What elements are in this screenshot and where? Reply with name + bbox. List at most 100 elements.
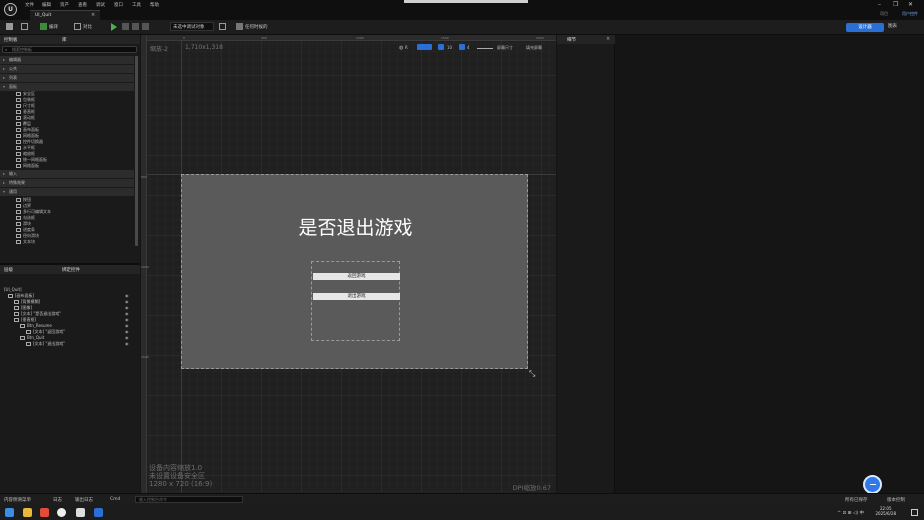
palette-tab[interactable]: 控制板 [4,37,18,43]
app-w-icon[interactable] [40,508,49,517]
windows-start-icon[interactable] [5,508,14,517]
visibility-eye-icon[interactable]: ◉ [125,305,129,310]
browse-icon[interactable] [21,23,28,30]
stop-icon[interactable] [132,23,139,30]
palette-search-input[interactable]: ⌕ 搜索控制板 [2,46,137,53]
vp-toggle-r[interactable]: R [405,45,408,50]
close-icon[interactable]: ✕ [908,1,913,8]
globe-icon[interactable]: ◍ [399,45,403,51]
cmd-dropdown[interactable]: Cmd [110,497,120,502]
category-common[interactable]: ▸ 公共 [0,65,134,73]
menu-view[interactable]: 查看 [78,2,87,8]
dpi-scale-label[interactable]: DPI缩放0.67 [513,482,551,492]
output-log-button[interactable]: 日志 [53,497,62,503]
app-blue-icon[interactable] [94,508,103,517]
tree-row-quit-text[interactable]: [文本] "退出游戏" [26,341,65,347]
bindings-tab[interactable]: 绑定控件 [62,267,80,273]
safezone-label: 未设置设备安全区 [149,472,205,480]
save-status[interactable]: 所有已保存 [845,497,868,503]
widget-canvas[interactable]: 是否退出游戏 返回游戏 退出游戏 [181,174,528,369]
rotate-snap-value[interactable]: 4 [467,45,470,50]
unreal-logo-icon[interactable]: U [4,3,17,16]
mode-label[interactable]: 用户控件 [902,11,918,17]
device-scale-label: 设备内容缩放1.0 [149,464,203,472]
fill-screen-dropdown[interactable]: 填充屏幕 [526,45,542,51]
maximize-icon[interactable]: ❐ [893,1,898,8]
record-icon[interactable] [236,23,243,30]
compile-button[interactable]: 编译 [49,24,58,30]
unreal-taskbar-icon[interactable] [57,508,66,517]
palette-item-textblock[interactable]: 文本块 [16,239,35,245]
designer-viewport[interactable]: 0 500 1000 1500 2000 500 1000 1500 缩放-2 … [141,35,556,493]
resume-button[interactable]: 返回游戏 [313,273,400,280]
vertical-box[interactable]: 返回游戏 退出游戏 [311,261,400,341]
content-drawer-button[interactable]: 内容侧滑菜单 [4,497,31,503]
grid-snap-icon[interactable] [438,44,444,50]
chevron-down-icon: ▾ [3,84,6,89]
menu-window[interactable]: 窗口 [114,2,123,8]
console-command-input[interactable]: 输入控制台命令 [135,496,243,503]
menu-file[interactable]: 文件 [25,2,34,8]
category-list[interactable]: ▸ 列表 [0,74,134,82]
grid-size-10[interactable]: 10 [447,45,452,50]
compile-icon[interactable] [40,23,47,30]
system-tray[interactable]: ^ ⊡ ⊞ ◁) 中 [837,510,864,516]
canvas-dimensions-label: 1,710x1,318 [185,44,223,51]
play-icon[interactable] [111,23,117,31]
diff-button[interactable]: 对比 [83,24,92,30]
eject-icon[interactable] [142,23,149,30]
ruler-left: 500 1000 1500 [141,35,149,493]
tab-ui-quit[interactable]: UI_Quit × [30,10,100,20]
chevron-right-icon: ▸ [3,180,6,185]
palette-item-netpanel[interactable]: 网络面板 [16,163,39,169]
settings-gear-icon[interactable] [76,508,85,517]
minimize-icon[interactable]: – [878,1,881,8]
pause-icon[interactable] [122,23,129,30]
category-editor[interactable]: ▸ 编辑器 [0,56,134,64]
zoom-level-label: 缩放-2 [150,46,168,53]
assistant-bubble-icon[interactable] [863,475,882,494]
menu-debug[interactable]: 调试 [96,2,105,8]
category-panel[interactable]: ▾ 面板 [0,83,134,91]
save-icon[interactable] [6,23,13,30]
quit-button[interactable]: 退出游戏 [313,293,400,300]
find-icon[interactable] [219,23,226,30]
graph-button[interactable]: 图表 [888,23,897,29]
details-close-icon[interactable]: × [606,36,610,42]
hierarchy-tab[interactable]: 层级 [4,267,13,273]
notification-icon[interactable] [911,509,918,516]
category-input[interactable]: ▸ 输入 [0,170,134,178]
revision-control[interactable]: 版本控制 [887,497,905,503]
resize-handle-icon[interactable]: ⤡ [529,369,535,379]
menu-assets[interactable]: 资产 [60,2,69,8]
visibility-eye-icon[interactable]: ◉ [125,293,129,298]
menu-tools[interactable]: 工具 [132,2,141,8]
designer-button[interactable]: 设计器 [846,23,884,32]
lock-toggle-icon[interactable] [417,44,432,50]
title-text[interactable]: 是否退出游戏 [182,213,529,240]
visibility-eye-icon[interactable]: ◉ [125,323,129,328]
menu-help[interactable]: 帮助 [150,2,159,8]
visibility-eye-icon[interactable]: ◉ [125,311,129,316]
output-log-tab[interactable]: 输出日志 [75,497,93,503]
record-button[interactable]: 任何时候的 [245,24,268,30]
category-special-effects[interactable]: ▸ 特殊效果 [0,179,134,187]
visibility-eye-icon[interactable]: ◉ [125,299,129,304]
menu-edit[interactable]: 编辑 [42,2,51,8]
diff-icon[interactable] [74,23,81,30]
palette-scrollbar[interactable] [135,56,138,246]
ruler-toggle-icon[interactable] [477,45,493,49]
rotate-snap-icon[interactable] [459,44,465,50]
visibility-eye-icon[interactable]: ◉ [125,329,129,334]
tab-close-icon[interactable]: × [91,12,95,18]
visibility-eye-icon[interactable]: ◉ [125,341,129,346]
details-tabbar: 细节 × [557,35,615,44]
clock[interactable]: 22:05 2025/6/28 [875,506,896,516]
details-tab[interactable]: 细节 [567,37,576,43]
screen-size-dropdown[interactable]: 屏幕尺寸 [497,45,513,51]
file-explorer-icon[interactable] [23,508,32,517]
library-tab[interactable]: 库 [62,37,67,43]
category-general[interactable]: ▾ 通用 [0,188,134,196]
visibility-eye-icon[interactable]: ◉ [125,335,129,340]
visibility-eye-icon[interactable]: ◉ [125,317,129,322]
